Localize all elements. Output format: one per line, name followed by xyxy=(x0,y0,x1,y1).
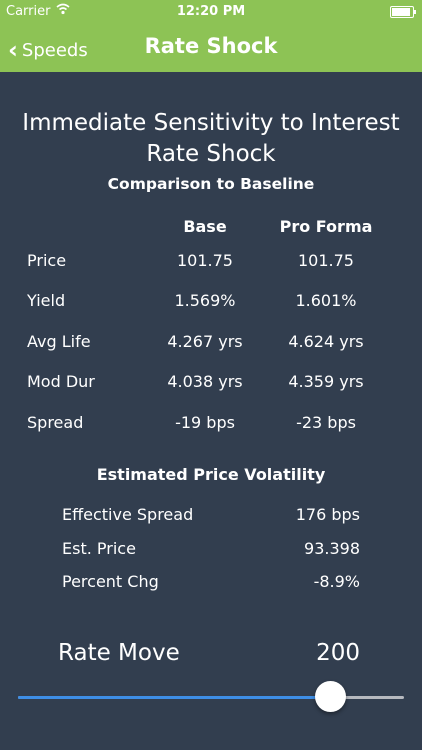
proforma-value: 4.359 yrs xyxy=(288,372,364,391)
proforma-value: -23 bps xyxy=(296,413,356,432)
slider-thumb[interactable] xyxy=(314,681,346,712)
volatility-title: Estimated Price Volatility xyxy=(96,465,326,484)
row-label: Spread xyxy=(27,413,84,432)
table-row: Mod Dur 4.038 yrs 4.359 yrs xyxy=(0,372,422,396)
volatility-label: Est. Price xyxy=(62,539,136,558)
page-subtitle: Comparison to Baseline xyxy=(107,175,315,193)
row-label: Yield xyxy=(27,291,66,310)
page-title-line2: Rate Shock xyxy=(146,141,276,167)
base-value: 4.038 yrs xyxy=(167,372,243,391)
proforma-value: 1.601% xyxy=(295,291,357,310)
column-header-proforma: Pro Forma xyxy=(279,217,373,236)
slider-fill xyxy=(18,696,331,699)
rate-move-label: Rate Move xyxy=(58,640,180,666)
status-bar: Carrier 12:20 PM xyxy=(0,0,422,22)
base-value: 101.75 xyxy=(177,251,233,270)
battery-icon xyxy=(390,6,416,18)
table-row: Spread -19 bps -23 bps xyxy=(0,413,422,437)
rate-move-value: 200 xyxy=(316,640,360,666)
proforma-value: 4.624 yrs xyxy=(288,332,364,351)
table-row: Price 101.75 101.75 xyxy=(0,251,422,275)
volatility-value: 176 bps xyxy=(295,505,360,524)
base-value: 4.267 yrs xyxy=(167,332,243,351)
table-row: Yield 1.569% 1.601% xyxy=(0,291,422,315)
page-title: Immediate Sensitivity to Interest Rate S… xyxy=(0,108,422,170)
row-label: Avg Life xyxy=(27,332,91,351)
row-label: Price xyxy=(27,251,67,270)
nav-title: Rate Shock xyxy=(144,34,278,58)
volatility-label: Effective Spread xyxy=(62,505,194,524)
column-header-base: Base xyxy=(183,217,227,236)
proforma-value: 101.75 xyxy=(298,251,354,270)
base-value: -19 bps xyxy=(175,413,235,432)
status-time: 12:20 PM xyxy=(176,4,246,19)
row-label: Mod Dur xyxy=(27,372,95,391)
rate-move-slider[interactable] xyxy=(18,681,404,712)
page-title-line1: Immediate Sensitivity to Interest xyxy=(22,110,400,136)
navigation-bar: ‹ Speeds Rate Shock xyxy=(0,22,422,72)
volatility-value: -8.9% xyxy=(313,572,360,591)
base-value: 1.569% xyxy=(174,291,236,310)
volatility-value: 93.398 xyxy=(304,539,360,558)
table-row: Avg Life 4.267 yrs 4.624 yrs xyxy=(0,332,422,356)
volatility-label: Percent Chg xyxy=(62,572,159,591)
